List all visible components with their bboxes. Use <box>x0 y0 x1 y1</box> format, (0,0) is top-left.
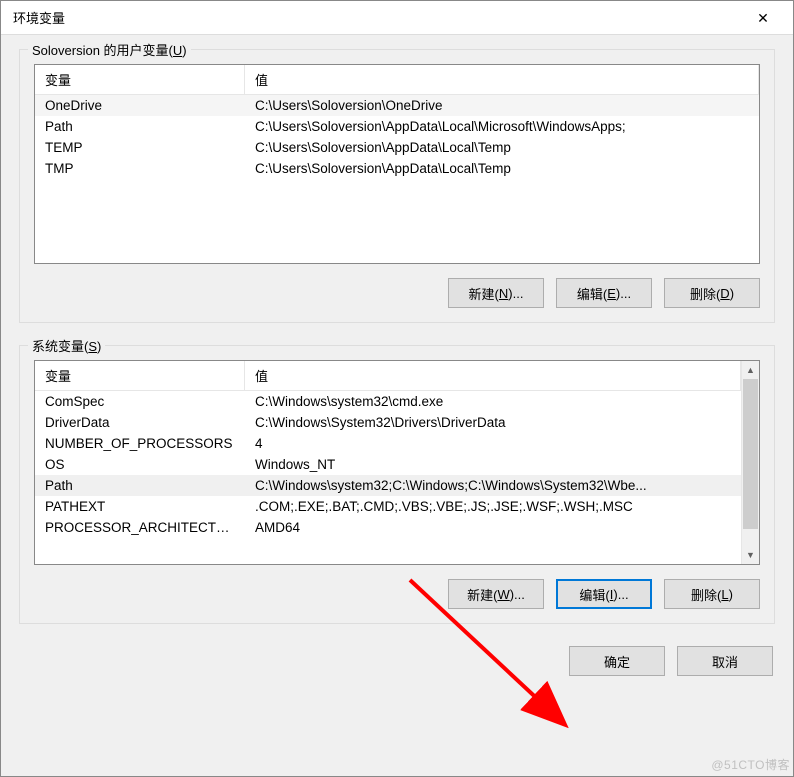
table-row[interactable]: TEMP C:\Users\Soloversion\AppData\Local\… <box>35 137 759 158</box>
scrollbar[interactable]: ▲ ▼ <box>741 361 759 564</box>
table-row[interactable]: TMP C:\Users\Soloversion\AppData\Local\T… <box>35 158 759 179</box>
edit-user-var-button[interactable]: 编辑(E)... <box>556 278 652 308</box>
ok-button[interactable]: 确定 <box>569 646 665 676</box>
table-row[interactable]: PATHEXT .COM;.EXE;.BAT;.CMD;.VBS;.VBE;.J… <box>35 496 741 517</box>
user-variables-group: Soloversion 的用户变量(U) 变量 值 OneDrive C:\Us… <box>19 49 775 323</box>
system-variables-group: 系统变量(S) 变量 值 ComSpec C:\Windows\system32… <box>19 345 775 624</box>
system-group-label: 系统变量(S) <box>28 336 105 355</box>
table-row[interactable]: PROCESSOR_ARCHITECTURE AMD64 <box>35 517 741 538</box>
column-variable[interactable]: 变量 <box>35 65 245 94</box>
dialog-bottom-buttons: 确定 取消 <box>19 646 775 676</box>
cell-value: Windows_NT <box>245 454 741 475</box>
column-variable[interactable]: 变量 <box>35 361 245 390</box>
table-row-selected[interactable]: Path C:\Windows\system32;C:\Windows;C:\W… <box>35 475 741 496</box>
edit-system-var-button[interactable]: 编辑(I)... <box>556 579 652 609</box>
list-rows: OneDrive C:\Users\Soloversion\OneDrive P… <box>35 95 759 179</box>
cell-variable: ComSpec <box>35 391 245 412</box>
dialog-body: Soloversion 的用户变量(U) 变量 值 OneDrive C:\Us… <box>1 35 793 776</box>
table-row[interactable]: ComSpec C:\Windows\system32\cmd.exe <box>35 391 741 412</box>
column-value[interactable]: 值 <box>245 361 741 390</box>
delete-user-var-button[interactable]: 删除(D) <box>664 278 760 308</box>
list-rows: ComSpec C:\Windows\system32\cmd.exe Driv… <box>35 391 741 538</box>
table-row[interactable]: DriverData C:\Windows\System32\Drivers\D… <box>35 412 741 433</box>
scroll-track[interactable] <box>742 379 759 546</box>
cell-value: C:\Users\Soloversion\OneDrive <box>245 95 759 116</box>
user-group-label: Soloversion 的用户变量(U) <box>28 40 191 59</box>
cell-variable: OneDrive <box>35 95 245 116</box>
cell-value: .COM;.EXE;.BAT;.CMD;.VBS;.VBE;.JS;.JSE;.… <box>245 496 741 517</box>
close-button[interactable]: ✕ <box>741 3 785 33</box>
new-system-var-button[interactable]: 新建(W)... <box>448 579 544 609</box>
new-user-var-button[interactable]: 新建(N)... <box>448 278 544 308</box>
cell-value: 4 <box>245 433 741 454</box>
table-row[interactable]: OS Windows_NT <box>35 454 741 475</box>
cancel-button[interactable]: 取消 <box>677 646 773 676</box>
cell-variable: TEMP <box>35 137 245 158</box>
user-buttons-row: 新建(N)... 编辑(E)... 删除(D) <box>34 278 760 308</box>
delete-system-var-button[interactable]: 删除(L) <box>664 579 760 609</box>
cell-value: C:\Windows\system32\cmd.exe <box>245 391 741 412</box>
titlebar: 环境变量 ✕ <box>1 1 793 35</box>
cell-variable: Path <box>35 475 245 496</box>
cell-variable: OS <box>35 454 245 475</box>
cell-variable: NUMBER_OF_PROCESSORS <box>35 433 245 454</box>
table-row[interactable]: Path C:\Users\Soloversion\AppData\Local\… <box>35 116 759 137</box>
cell-value: C:\Users\Soloversion\AppData\Local\Micro… <box>245 116 759 137</box>
cell-value: C:\Users\Soloversion\AppData\Local\Temp <box>245 158 759 179</box>
watermark: @51CTO博客 <box>711 756 790 773</box>
cell-variable: PATHEXT <box>35 496 245 517</box>
cell-value: AMD64 <box>245 517 741 538</box>
scroll-up-icon[interactable]: ▲ <box>742 361 759 379</box>
cell-value: C:\Windows\System32\Drivers\DriverData <box>245 412 741 433</box>
window-title: 环境变量 <box>13 8 741 27</box>
list-header[interactable]: 变量 值 <box>35 65 759 95</box>
scroll-thumb[interactable] <box>743 379 758 529</box>
scroll-down-icon[interactable]: ▼ <box>742 546 759 564</box>
environment-variables-dialog: 环境变量 ✕ Soloversion 的用户变量(U) 变量 值 OneDriv… <box>0 0 794 777</box>
column-value[interactable]: 值 <box>245 65 759 94</box>
close-icon: ✕ <box>757 11 769 25</box>
cell-variable: TMP <box>35 158 245 179</box>
system-variables-list[interactable]: 变量 值 ComSpec C:\Windows\system32\cmd.exe… <box>34 360 760 565</box>
cell-value: C:\Users\Soloversion\AppData\Local\Temp <box>245 137 759 158</box>
list-header[interactable]: 变量 值 <box>35 361 741 391</box>
system-buttons-row: 新建(W)... 编辑(I)... 删除(L) <box>34 579 760 609</box>
cell-variable: Path <box>35 116 245 137</box>
cell-value: C:\Windows\system32;C:\Windows;C:\Window… <box>245 475 741 496</box>
cell-variable: PROCESSOR_ARCHITECTURE <box>35 517 245 538</box>
table-row[interactable]: OneDrive C:\Users\Soloversion\OneDrive <box>35 95 759 116</box>
user-variables-list[interactable]: 变量 值 OneDrive C:\Users\Soloversion\OneDr… <box>34 64 760 264</box>
table-row[interactable]: NUMBER_OF_PROCESSORS 4 <box>35 433 741 454</box>
cell-variable: DriverData <box>35 412 245 433</box>
